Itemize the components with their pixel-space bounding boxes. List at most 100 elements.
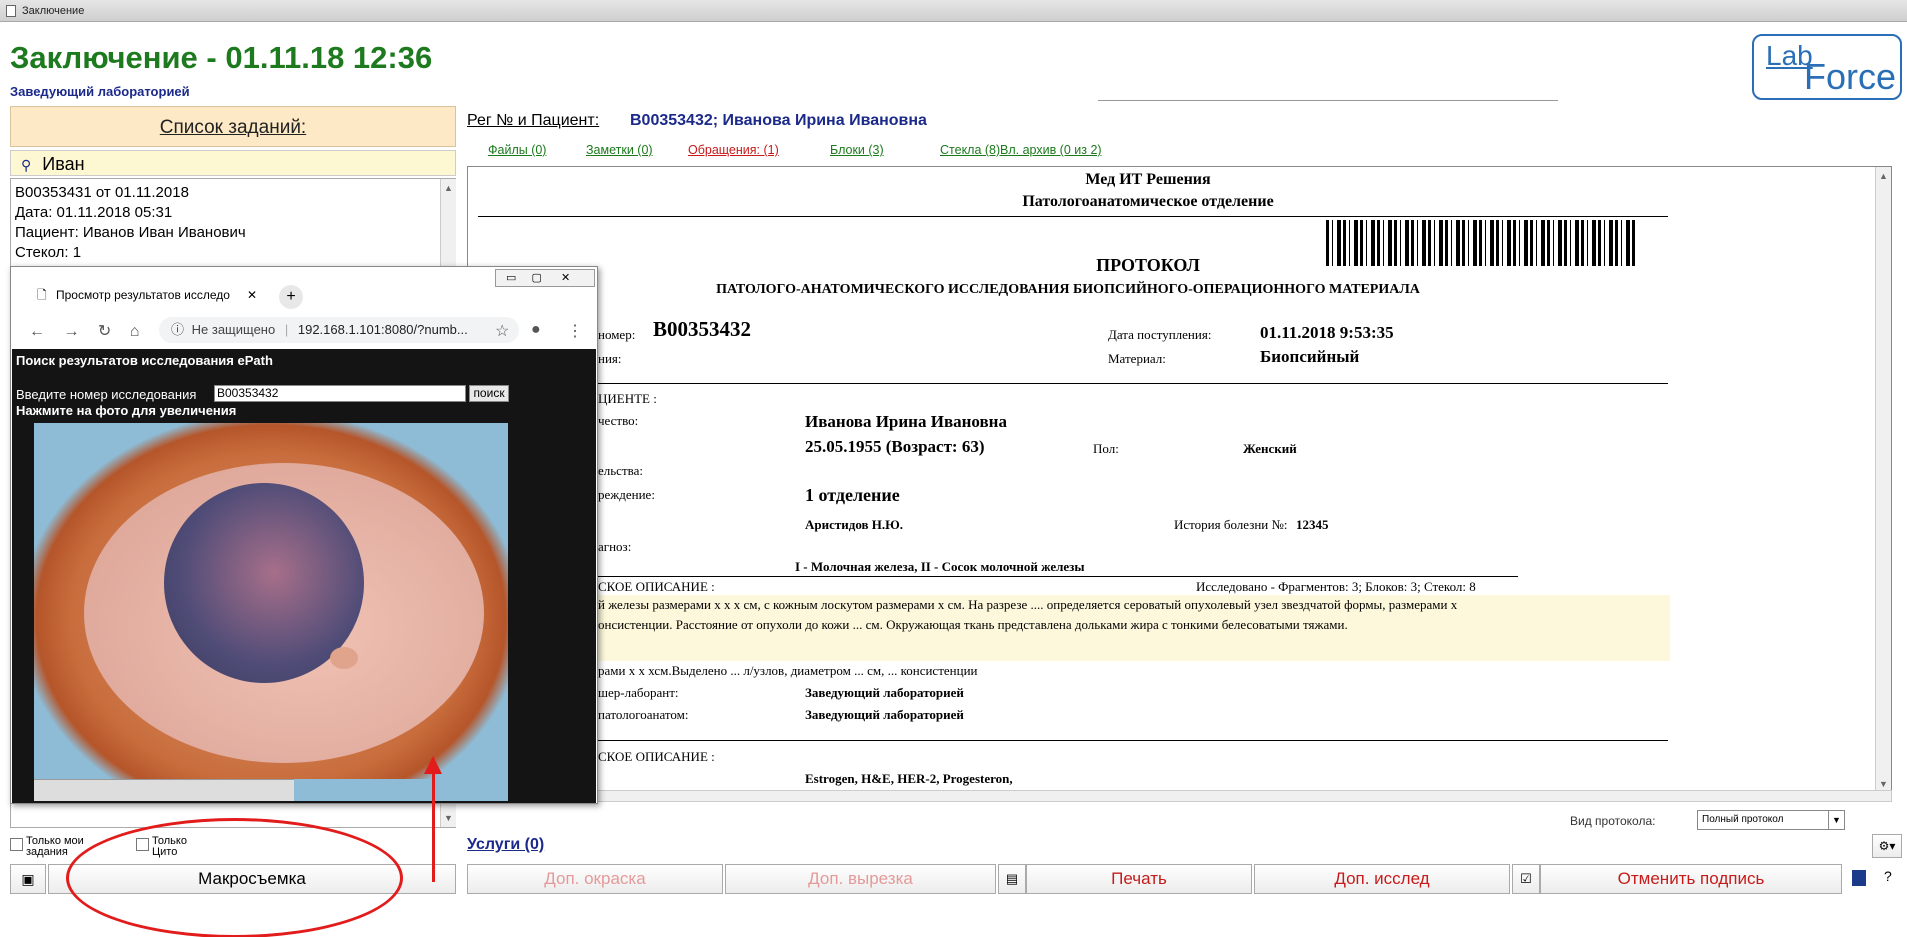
residence-label: ельства: [598,463,643,478]
task-line[interactable]: Пациент: Иванов Иван Иванович [15,223,451,243]
search-icon: ⚲ [21,157,32,173]
doctor-value: Аристидов Н.Ю. [805,517,904,532]
divider [478,216,1668,217]
task-list-heading[interactable]: Список заданий: [10,106,456,147]
number-value: B00353432 [653,317,752,341]
history-value: 12345 [1296,517,1329,532]
doc-title: ПРОТОКОЛ [1096,255,1200,275]
task-search[interactable]: ⚲ Иван [10,150,456,176]
chevron-down-icon[interactable]: ▼ [1828,811,1844,829]
ruler [34,779,294,801]
specimen-photo[interactable] [34,423,508,801]
scroll-up-icon[interactable]: ▲ [444,183,453,193]
back-icon[interactable]: ← [29,323,45,340]
view-protocol-select[interactable]: Полный протокол ▼ [1697,810,1845,830]
minimize-icon[interactable]: ▭ [506,272,516,284]
number-label: номер: [598,327,636,342]
fio-label: чество: [598,413,639,428]
macro-camera-icon-button[interactable]: ▣ [10,864,46,894]
highlight-ellipse [66,818,403,937]
epath-heading: Поиск результатов исследования ePath [16,353,273,368]
maximize-icon[interactable]: ▢ [531,272,541,284]
divider [478,740,1668,741]
desc-line1: й железы размерами х х х см, с кожным ло… [598,597,1458,612]
epath-number-input[interactable]: B00353432 [214,385,466,402]
extra-stain-button[interactable]: Доп. окраска [467,864,723,894]
pat-label: патологоанатом: [598,707,689,722]
scroll-down-icon[interactable]: ▼ [444,813,453,823]
print-icon-button[interactable]: ▤ [998,864,1026,894]
insecure-label: Не защищено [191,322,276,337]
tab-slides[interactable]: Стекла (8) [940,143,1000,157]
divider [598,576,1518,577]
task-line[interactable]: B00353431 от 01.11.2018 [15,183,451,203]
address-bar[interactable]: ⓘ Не защищено | 192.168.1.101:8080/?numb… [159,317,519,343]
account-icon[interactable]: ● [531,321,541,339]
home-icon[interactable]: ⌂ [130,323,140,340]
window-controls: ▭ ▢ ✕ [495,269,595,287]
doc-hscrollbar[interactable] [467,790,1892,802]
macro-section: СКОЕ ОПИСАНИЕ : [598,579,715,594]
browser-tab-title: Просмотр результатов исследо [56,288,230,302]
lab-value: Заведующий лабораторией [805,685,964,700]
close-tab-icon[interactable]: ✕ [247,281,257,309]
cancel-signature-button[interactable]: Отменить подпись [1540,864,1842,894]
extra-cut-button[interactable]: Доп. вырезка [725,864,996,894]
investigated: Исследовано - Фрагментов: 3; Блоков: 3; … [1196,579,1476,594]
url-text: 192.168.1.101:8080/?numb... [297,322,468,337]
star-icon[interactable]: ☆ [495,321,511,341]
doc-dept: Патологоанатомическое отделение [1022,193,1274,210]
tab-files[interactable]: Файлы (0) [488,143,546,157]
desc-line3: рами х х хсм.Выделено ... л/узлов, диаме… [598,663,978,678]
tab-notes[interactable]: Заметки (0) [586,143,653,157]
task-line[interactable]: Стекол: 1 [15,243,451,263]
pat-value: Заведующий лабораторией [805,707,964,722]
page-subtitle: Заведующий лабораторией [10,84,190,99]
epath-search-button[interactable]: поиск [469,385,509,402]
stains: Estrogen, H&E, HER-2, Progesteron, [805,771,1013,786]
print-button[interactable]: Печать [1026,864,1252,894]
history-label: История болезни №: [1174,517,1288,532]
browser-tab[interactable]: 🗋 Просмотр результатов исследо ✕ [25,281,271,309]
highlight-arrow-shaft [432,772,435,882]
info-icon[interactable]: ⓘ [171,322,184,337]
new-tab-icon[interactable]: + [279,285,303,309]
scroll-down-icon[interactable]: ▼ [1879,779,1888,789]
reg-value: B00353432; Иванова Ирина Ивановна [630,112,927,129]
doc-subtitle: ПАТОЛОГО-АНАТОМИЧЕСКОГО ИССЛЕДОВАНИЯ БИО… [716,282,1420,297]
forward-icon[interactable]: → [63,323,79,340]
task-search-input[interactable]: Иван [42,154,84,174]
services-link[interactable]: Услуги (0) [467,836,544,854]
doc-scrollbar[interactable]: ▲ ▼ [1875,167,1891,795]
barcode-icon [1326,220,1636,266]
tools-button[interactable]: ⚙▾ [1872,834,1902,858]
protocol-document[interactable]: Мед ИТ Решения Патологоанатомическое отд… [467,166,1892,796]
epath-input-label: Введите номер исследования [16,387,197,402]
tab-blocks[interactable]: Блоки (3) [830,143,884,157]
birth-value: 25.05.1955 (Возраст: 63) [805,437,985,456]
epath-page: Поиск результатов исследования ePath Вве… [12,349,596,803]
extra-research-button[interactable]: Доп. исслед [1254,864,1510,894]
cancel-sign-icon-button[interactable]: ☑ [1512,864,1540,894]
menu-icon[interactable]: ⋮ [567,321,583,341]
help-button[interactable]: ? [1884,868,1892,884]
sex-label: Пол: [1093,441,1119,456]
doc-org: Мед ИТ Решения [1085,171,1211,188]
labforce-logo: Lab Force [1752,34,1902,100]
exit-icon[interactable] [1852,870,1866,886]
sex-value: Женский [1243,441,1297,456]
material-value: Биопсийный [1260,347,1360,366]
page-icon: 🗋 [37,288,47,302]
tab-appeals[interactable]: Обращения: (1) [688,143,779,157]
reload-icon[interactable]: ↻ [98,323,111,340]
checkbox[interactable] [10,838,23,851]
task-line[interactable]: Дата: 01.11.2018 05:31 [15,203,451,223]
browser-popup[interactable]: ▭ ▢ ✕ 🗋 Просмотр результатов исследо ✕ +… [10,266,598,804]
tab-archive[interactable]: Вл. архив (0 из 2) [1000,143,1102,157]
document-icon [6,5,16,17]
document-tabs: Файлы (0) Заметки (0) Обращения: (1) Бло… [478,143,1378,159]
close-icon[interactable]: ✕ [561,272,570,284]
divider [478,383,1668,384]
view-protocol-label: Вид протокола: [1570,814,1656,828]
scroll-up-icon[interactable]: ▲ [1879,171,1888,181]
